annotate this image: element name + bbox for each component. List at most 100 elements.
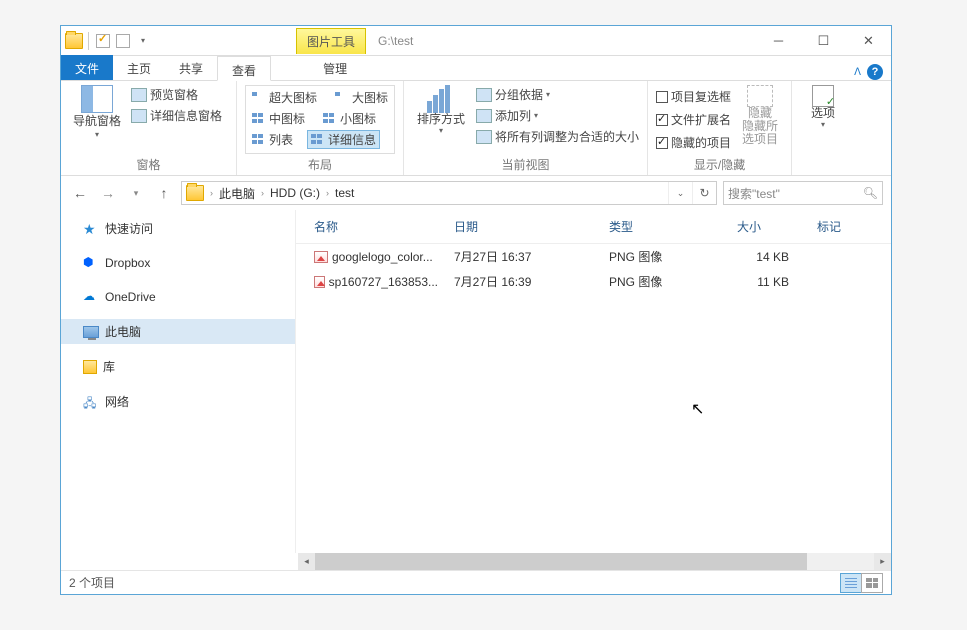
navigation-pane-button[interactable]: 导航窗格 ▾ [69, 85, 125, 154]
hidden-items-toggle[interactable]: 隐藏的项目 [656, 133, 731, 152]
label: 将所有列调整为合适的大小 [495, 128, 639, 145]
cursor-icon: ↖ [691, 399, 704, 419]
file-size: 11 KB [729, 273, 809, 291]
scroll-track[interactable] [315, 553, 874, 570]
large-icon [335, 92, 349, 104]
column-date[interactable]: 日期 [446, 214, 601, 239]
ribbon-group-panes: 导航窗格 ▾ 预览窗格 详细信息窗格 窗格 [61, 81, 237, 175]
details-pane-button[interactable]: 详细信息窗格 [131, 106, 222, 125]
search-placeholder: 搜索"test" [728, 185, 780, 202]
chevron-down-icon: ▾ [95, 130, 99, 139]
tab-manage[interactable]: 管理 [309, 55, 361, 80]
column-type[interactable]: 类型 [601, 214, 729, 239]
collapse-ribbon-button[interactable]: ᐱ [854, 67, 861, 78]
tab-view[interactable]: 查看 [217, 56, 271, 81]
view-toggle [841, 573, 883, 593]
qat-customize-button[interactable]: ▾ [134, 32, 152, 50]
scroll-thumb[interactable] [315, 553, 807, 570]
sidebar-item-quick-access[interactable]: ★快速访问 [61, 216, 295, 241]
details-pane-icon [131, 109, 147, 123]
scroll-right-button[interactable]: ▸ [874, 553, 891, 570]
chevron-right-icon[interactable]: › [259, 188, 266, 198]
sort-by-button[interactable]: 排序方式 ▾ [412, 85, 470, 154]
layout-list[interactable]: 列表 [248, 130, 297, 149]
scroll-left-button[interactable]: ◂ [298, 553, 315, 570]
column-name[interactable]: 名称 [296, 214, 446, 239]
sidebar-item-network[interactable]: 🖧 网络 [61, 389, 295, 414]
dropbox-icon: ⬢ [83, 255, 99, 271]
item-count: 2 个项目 [69, 574, 115, 591]
group-label: 布局 [245, 154, 395, 173]
sidebar-item-this-pc[interactable]: 此电脑 [61, 319, 295, 344]
chevron-right-icon[interactable]: › [324, 188, 331, 198]
file-list[interactable]: googlelogo_color... 7月27日 16:37 PNG 图像 1… [296, 244, 891, 553]
breadcrumb-folder[interactable]: test [331, 186, 358, 200]
picture-tools-context-tab[interactable]: 图片工具 [296, 28, 366, 54]
sidebar-item-libraries[interactable]: 库 [61, 354, 295, 379]
sidebar-item-dropbox[interactable]: ⬢Dropbox [61, 251, 295, 275]
tab-share[interactable]: 共享 [165, 55, 217, 80]
qat-properties-button[interactable] [94, 32, 112, 50]
checkbox-icon [656, 91, 668, 103]
navigation-pane: ★快速访问 ⬢Dropbox ☁OneDrive 此电脑 库 🖧 网络 [61, 210, 296, 553]
chevron-down-icon: ▾ [546, 90, 550, 99]
layout-large[interactable]: 大图标 [331, 88, 392, 107]
hide-selected-button[interactable]: 隐藏 隐藏所选项目 [737, 85, 783, 154]
tab-home[interactable]: 主页 [113, 55, 165, 80]
small-icon [323, 113, 337, 125]
breadcrumb-pc[interactable]: 此电脑 [215, 185, 259, 202]
help-button[interactable]: ? [867, 64, 883, 80]
up-button[interactable]: ↑ [153, 182, 175, 204]
tab-file[interactable]: 文件 [61, 55, 113, 80]
layout-details[interactable]: 详细信息 [307, 130, 380, 149]
layout-extra-large[interactable]: 超大图标 [248, 88, 321, 107]
file-row[interactable]: sp160727_163853... 7月27日 16:39 PNG 图像 11… [296, 269, 891, 294]
hide-icon [747, 85, 773, 107]
refresh-button[interactable]: ↻ [692, 182, 716, 204]
search-input[interactable]: 搜索"test" 🔍︎ [723, 181, 883, 205]
label: 导航窗格 [73, 115, 121, 128]
layout-medium[interactable]: 中图标 [248, 109, 309, 128]
column-tag[interactable]: 标记 [809, 214, 869, 239]
group-by-button[interactable]: 分组依据▾ [476, 85, 639, 104]
options-button[interactable]: 选项 ▾ [800, 85, 846, 157]
chevron-right-icon[interactable]: › [208, 188, 215, 198]
thumbnails-view-button[interactable] [861, 573, 883, 593]
image-file-icon [314, 276, 325, 288]
breadcrumb-drive[interactable]: HDD (G:) [266, 186, 324, 200]
sidebar-item-onedrive[interactable]: ☁OneDrive [61, 285, 295, 309]
label: 此电脑 [219, 185, 255, 202]
label: 网络 [105, 393, 129, 410]
close-button[interactable]: ✕ [846, 26, 891, 55]
column-size[interactable]: 大小 [729, 214, 809, 239]
forward-button[interactable]: → [97, 182, 119, 204]
quick-access-toolbar: ▾ [61, 32, 156, 50]
label: 项目复选框 [671, 88, 731, 105]
options-icon [812, 85, 834, 107]
empty-check-icon [116, 34, 130, 48]
add-columns-button[interactable]: 添加列▾ [476, 106, 639, 125]
libraries-icon [83, 360, 97, 374]
details-view-button[interactable] [840, 573, 862, 593]
horizontal-scrollbar[interactable]: ◂ ▸ [298, 553, 891, 570]
label: 预览窗格 [150, 86, 198, 103]
label: 列表 [269, 131, 293, 148]
file-extensions-toggle[interactable]: 文件扩展名 [656, 110, 731, 129]
layout-small[interactable]: 小图标 [319, 109, 380, 128]
titlebar: ▾ 图片工具 G:\test ─ ☐ ✕ [61, 26, 891, 56]
label: test [335, 186, 354, 200]
item-checkboxes-toggle[interactable]: 项目复选框 [656, 87, 731, 106]
address-dropdown-button[interactable]: ⌄ [668, 182, 692, 204]
minimize-button[interactable]: ─ [756, 26, 801, 55]
label: 添加列 [495, 107, 531, 124]
address-bar[interactable]: › 此电脑 › HDD (G:) › test ⌄ ↻ [181, 181, 717, 205]
maximize-button[interactable]: ☐ [801, 26, 846, 55]
file-row[interactable]: googlelogo_color... 7月27日 16:37 PNG 图像 1… [296, 244, 891, 269]
network-icon: 🖧 [83, 394, 99, 410]
recent-locations-button[interactable]: ▾ [125, 182, 147, 204]
back-button[interactable]: ← [69, 182, 91, 204]
preview-pane-button[interactable]: 预览窗格 [131, 85, 222, 104]
size-columns-button[interactable]: 将所有列调整为合适的大小 [476, 127, 639, 146]
label: 文件扩展名 [671, 111, 731, 128]
qat-new-folder-button[interactable] [114, 32, 132, 50]
